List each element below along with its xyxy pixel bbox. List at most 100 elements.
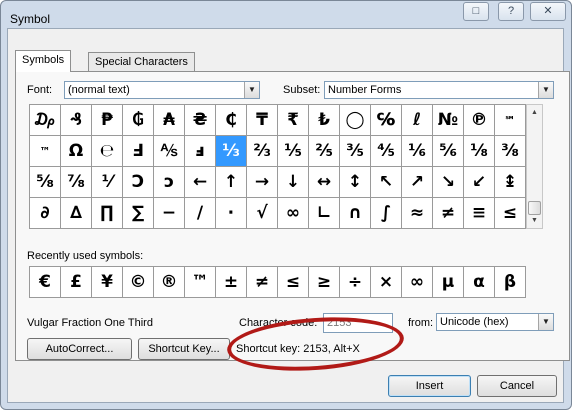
character-code-field[interactable]: 2153	[323, 313, 393, 333]
restore-button[interactable]: □	[463, 2, 489, 21]
scroll-down-icon[interactable]: ▼	[527, 213, 542, 228]
recent-symbol-cell[interactable]: ∞	[402, 267, 433, 298]
recent-symbol-cell[interactable]: ¥	[92, 267, 123, 298]
symbol-cell[interactable]: ⅞	[61, 167, 92, 198]
symbol-cell[interactable]: ∙	[216, 198, 247, 229]
recent-symbol-cell[interactable]: ™	[185, 267, 216, 298]
symbol-cell[interactable]: Ⅎ	[123, 136, 154, 167]
from-select[interactable]: Unicode (hex) ▼	[436, 313, 554, 331]
symbol-cell[interactable]: ∫	[371, 198, 402, 229]
font-dropdown-icon[interactable]: ▼	[244, 82, 259, 98]
symbol-cell[interactable]: ℓ	[402, 105, 433, 136]
symbol-cell[interactable]: ⅘	[371, 136, 402, 167]
symbol-cell[interactable]: ↨	[495, 167, 526, 198]
cancel-button[interactable]: Cancel	[477, 375, 557, 397]
symbol-cell[interactable]: Ↄ	[123, 167, 154, 198]
insert-button[interactable]: Insert	[388, 375, 471, 397]
symbol-cell[interactable]: ₹	[278, 105, 309, 136]
tab-symbols[interactable]: Symbols	[15, 50, 72, 72]
symbol-cell[interactable]: ₳	[154, 105, 185, 136]
recent-symbol-cell[interactable]: ×	[371, 267, 402, 298]
help-button[interactable]: ?	[498, 2, 524, 21]
symbol-cell[interactable]: ⅖	[309, 136, 340, 167]
symbol-cell[interactable]: ⅎ	[185, 136, 216, 167]
symbol-cell[interactable]: ∞	[278, 198, 309, 229]
symbol-cell[interactable]: ∟	[309, 198, 340, 229]
symbol-cell[interactable]: ↄ	[154, 167, 185, 198]
recent-symbol-cell[interactable]: ÷	[340, 267, 371, 298]
recent-symbol-cell[interactable]: β	[495, 267, 526, 298]
subset-dropdown-icon[interactable]: ▼	[538, 82, 553, 98]
symbol-cell[interactable]: √	[247, 198, 278, 229]
symbol-cell[interactable]: ⅔	[247, 136, 278, 167]
symbol-cell[interactable]: ⅓	[216, 136, 247, 167]
symbol-cell[interactable]: ™	[30, 136, 61, 167]
symbol-cell[interactable]: ∕	[185, 198, 216, 229]
symbol-cell[interactable]: №	[433, 105, 464, 136]
recent-symbol-cell[interactable]: µ	[433, 267, 464, 298]
symbol-cell[interactable]: ⅕	[278, 136, 309, 167]
symbol-cell[interactable]: ∩	[340, 198, 371, 229]
symbol-cell[interactable]: ◯	[340, 105, 371, 136]
scroll-up-icon[interactable]: ▲	[527, 105, 542, 120]
recent-symbol-cell[interactable]: ≥	[309, 267, 340, 298]
close-button[interactable]: ✕	[530, 2, 566, 21]
symbol-cell[interactable]: ℠	[495, 105, 526, 136]
symbol-cell[interactable]: ≈	[402, 198, 433, 229]
symbol-grid-scrollbar[interactable]: ▲ ▼	[526, 104, 543, 229]
from-select-value: Unicode (hex)	[440, 316, 509, 328]
symbol-cell[interactable]: −	[154, 198, 185, 229]
symbol-cell[interactable]: ⅗	[340, 136, 371, 167]
symbol-cell[interactable]: ₯	[30, 105, 61, 136]
from-dropdown-icon[interactable]: ▼	[538, 314, 553, 330]
symbol-cell[interactable]: ↘	[433, 167, 464, 198]
recent-symbol-cell[interactable]: €	[30, 267, 61, 298]
symbol-cell[interactable]: ⅝	[30, 167, 61, 198]
recent-symbol-cell[interactable]: ©	[123, 267, 154, 298]
symbol-cell[interactable]: ↔	[309, 167, 340, 198]
symbol-cell[interactable]: ₸	[247, 105, 278, 136]
symbol-cell[interactable]: ₰	[61, 105, 92, 136]
symbol-cell[interactable]: ≡	[464, 198, 495, 229]
subset-select[interactable]: Number Forms ▼	[324, 81, 554, 99]
recent-symbol-cell[interactable]: £	[61, 267, 92, 298]
symbol-cell[interactable]: ⅍	[154, 136, 185, 167]
symbol-cell[interactable]: →	[247, 167, 278, 198]
symbol-cell[interactable]: ∑	[123, 198, 154, 229]
symbol-cell[interactable]: ℗	[464, 105, 495, 136]
symbol-cell[interactable]: ∂	[30, 198, 61, 229]
symbol-cell[interactable]: ∆	[61, 198, 92, 229]
recent-symbol-cell[interactable]: ±	[216, 267, 247, 298]
symbol-cell[interactable]: ₲	[123, 105, 154, 136]
symbol-cell[interactable]: ⅜	[495, 136, 526, 167]
symbol-cell[interactable]: ₵	[216, 105, 247, 136]
symbol-cell[interactable]: ⅛	[464, 136, 495, 167]
symbol-cell[interactable]: ↑	[216, 167, 247, 198]
shortcut-key-button[interactable]: Shortcut Key...	[138, 338, 230, 360]
symbol-cell[interactable]: ∏	[92, 198, 123, 229]
autocorrect-button[interactable]: AutoCorrect...	[27, 338, 132, 360]
recent-symbol-cell[interactable]: ®	[154, 267, 185, 298]
tab-special-characters[interactable]: Special Characters	[88, 52, 195, 72]
symbol-cell[interactable]: ₺	[309, 105, 340, 136]
symbol-cell[interactable]: ⅚	[433, 136, 464, 167]
symbol-cell[interactable]: ≤	[495, 198, 526, 229]
symbol-cell[interactable]: ↙	[464, 167, 495, 198]
symbol-cell[interactable]: ←	[185, 167, 216, 198]
symbol-cell[interactable]: ≠	[433, 198, 464, 229]
symbol-cell[interactable]: ↓	[278, 167, 309, 198]
recent-symbol-cell[interactable]: ≠	[247, 267, 278, 298]
symbol-cell[interactable]: ↗	[402, 167, 433, 198]
font-select[interactable]: (normal text) ▼	[64, 81, 260, 99]
symbol-cell[interactable]: ₱	[92, 105, 123, 136]
recent-symbol-cell[interactable]: ≤	[278, 267, 309, 298]
symbol-cell[interactable]: ↕	[340, 167, 371, 198]
symbol-cell[interactable]: Ω	[61, 136, 92, 167]
symbol-cell[interactable]: ↖	[371, 167, 402, 198]
symbol-cell[interactable]: ℮	[92, 136, 123, 167]
symbol-cell[interactable]: ⅟	[92, 167, 123, 198]
symbol-cell[interactable]: ₴	[185, 105, 216, 136]
symbol-cell[interactable]: ⅙	[402, 136, 433, 167]
recent-symbol-cell[interactable]: α	[464, 267, 495, 298]
symbol-cell[interactable]: ℅	[371, 105, 402, 136]
